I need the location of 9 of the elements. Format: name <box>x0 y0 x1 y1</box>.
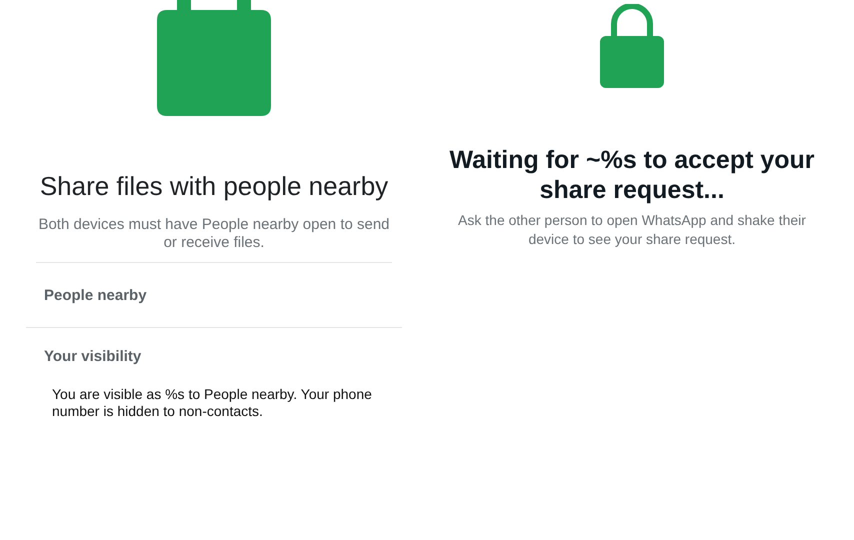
screen-title: Share files with people nearby <box>38 171 390 202</box>
lock-icon <box>157 0 271 116</box>
section-heading: Your visibility <box>44 348 142 365</box>
screen-description: Both devices must have People nearby open to send or receive files. <box>36 216 392 263</box>
screen-description: Ask the other person to open WhatsApp and shake their device to see your share request. <box>457 211 807 249</box>
visibility-text: You are visible as %s to People nearby. Your phone number is hidden to non-contacts. <box>52 386 373 420</box>
screen-title: Waiting for ~%s to accept your share request... <box>448 145 816 205</box>
setting-label[interactable]: People nearby <box>44 286 147 304</box>
lock-icon <box>600 4 664 88</box>
